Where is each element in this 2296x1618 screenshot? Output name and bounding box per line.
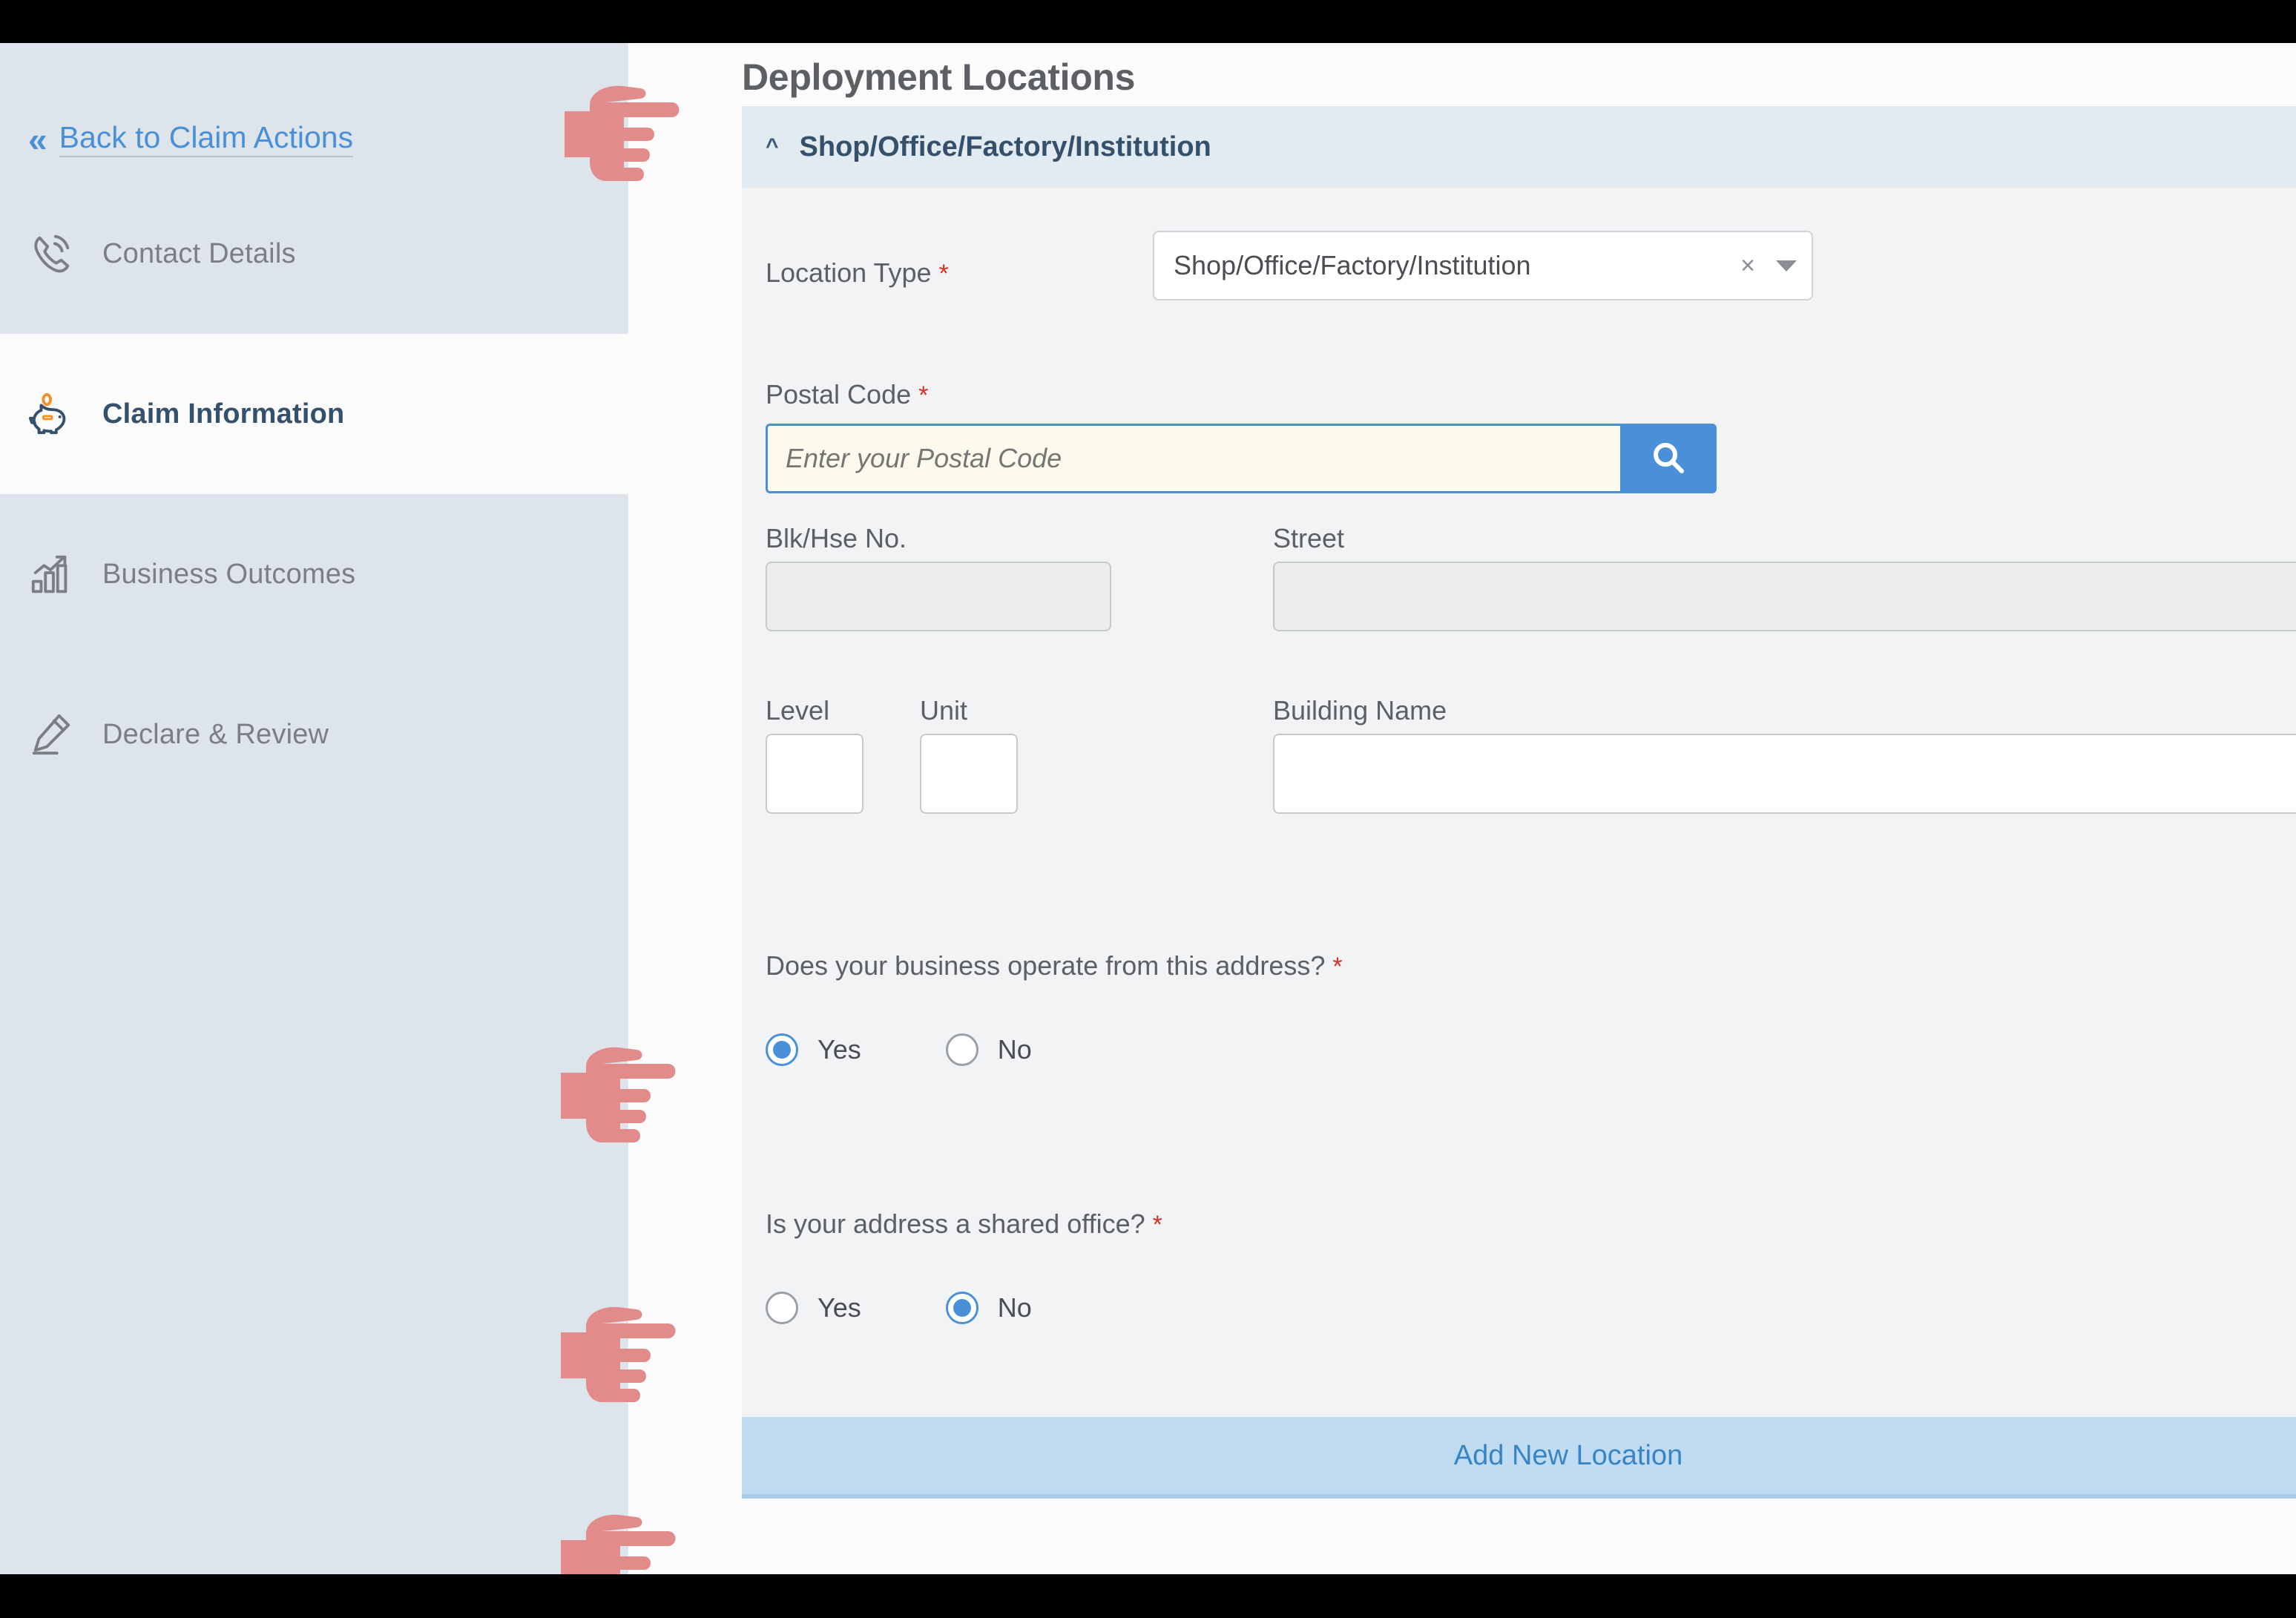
radio-option-no[interactable]: No bbox=[945, 1033, 1032, 1066]
radio-label: No bbox=[997, 1034, 1032, 1065]
chevron-down-icon[interactable] bbox=[1776, 260, 1797, 272]
postal-code-label: Postal Code * bbox=[766, 379, 928, 410]
required-marker: * bbox=[1152, 1211, 1162, 1239]
clear-icon[interactable]: × bbox=[1740, 251, 1755, 280]
radio-option-yes[interactable]: Yes bbox=[766, 1033, 861, 1066]
building-name-input[interactable] bbox=[1273, 734, 2296, 814]
required-marker: * bbox=[918, 381, 929, 410]
main-content: Deployment Locations ^ Shop/Office/Facto… bbox=[628, 43, 2296, 1574]
postal-code-search-button[interactable] bbox=[1620, 424, 1717, 493]
blk-hse-no-label: Blk/Hse No. bbox=[766, 523, 907, 553]
sidebar-navigation: « Back to Claim Actions Contact Details bbox=[0, 43, 628, 1574]
location-type-label-text: Location Type bbox=[766, 257, 932, 288]
postal-code-input[interactable] bbox=[766, 424, 1620, 493]
street-input bbox=[1273, 562, 2296, 631]
required-marker: * bbox=[938, 260, 949, 288]
sidebar-item-contact-details[interactable]: Contact Details bbox=[0, 174, 628, 334]
question-text: Is your address a shared office? bbox=[766, 1208, 1145, 1239]
radio-label: Yes bbox=[818, 1034, 861, 1065]
application-page: « Back to Claim Actions Contact Details bbox=[0, 43, 2296, 1574]
back-to-claim-actions-link[interactable]: « Back to Claim Actions bbox=[28, 120, 354, 160]
radio-indicator[interactable] bbox=[945, 1033, 978, 1066]
radio-indicator[interactable] bbox=[766, 1292, 798, 1324]
chevron-up-icon[interactable]: ^ bbox=[766, 136, 779, 158]
add-new-location-label: Add New Location bbox=[1453, 1439, 1683, 1471]
accordion-title: Shop/Office/Factory/Institution bbox=[799, 131, 1211, 162]
location-type-selected-value: Shop/Office/Factory/Institution bbox=[1174, 250, 1531, 280]
location-form: Location Type * Shop/Office/Factory/Inst… bbox=[742, 188, 2296, 1499]
sidebar-item-label: Business Outcomes bbox=[102, 558, 356, 590]
sidebar-item-label: Contact Details bbox=[102, 237, 296, 269]
required-marker: * bbox=[1332, 953, 1343, 981]
back-to-claim-actions-label: Back to Claim Actions bbox=[59, 121, 354, 158]
radio-option-no[interactable]: No bbox=[945, 1292, 1032, 1324]
street-label: Street bbox=[1273, 523, 1345, 553]
double-chevron-left-icon: « bbox=[28, 120, 47, 160]
business-operates-question-label: Does your business operate from this add… bbox=[766, 950, 1343, 981]
location-type-row: Location Type * Shop/Office/Factory/Inst… bbox=[766, 231, 2296, 300]
sidebar-item-label: Declare & Review bbox=[102, 718, 329, 750]
sidebar-item-claim-information[interactable]: Claim Information bbox=[0, 334, 628, 494]
page-title: Deployment Locations bbox=[742, 56, 1136, 98]
screenshot-viewport: « Back to Claim Actions Contact Details bbox=[0, 0, 2296, 1618]
postal-code-label-text: Postal Code bbox=[766, 379, 912, 410]
radio-label: No bbox=[997, 1292, 1032, 1323]
location-type-label: Location Type * bbox=[766, 257, 1144, 289]
sidebar-item-declare-and-review[interactable]: Declare & Review bbox=[0, 654, 628, 815]
shared-office-question-label: Is your address a shared office? * bbox=[766, 1208, 1162, 1240]
radio-label: Yes bbox=[818, 1292, 861, 1323]
building-name-label: Building Name bbox=[1273, 695, 1447, 726]
radio-indicator[interactable] bbox=[945, 1292, 978, 1324]
piggy-bank-icon bbox=[28, 391, 74, 437]
bar-chart-icon bbox=[28, 551, 74, 597]
business-operates-radio-group: Yes No bbox=[766, 1033, 1032, 1066]
shared-office-radio-group: Yes No bbox=[766, 1292, 1032, 1324]
question-text: Does your business operate from this add… bbox=[766, 950, 1326, 981]
unit-input[interactable] bbox=[920, 734, 1018, 814]
level-input[interactable] bbox=[766, 734, 864, 814]
magnifier-icon bbox=[1651, 440, 1686, 478]
sidebar-item-label: Claim Information bbox=[102, 398, 345, 430]
location-type-select[interactable]: Shop/Office/Factory/Institution × bbox=[1153, 231, 1813, 300]
pen-sign-icon bbox=[28, 711, 74, 757]
deployment-location-card: ^ Shop/Office/Factory/Institution Locati… bbox=[742, 106, 2296, 1499]
unit-label: Unit bbox=[920, 695, 968, 726]
radio-option-yes[interactable]: Yes bbox=[766, 1292, 861, 1324]
postal-code-search-group bbox=[766, 424, 1717, 493]
blk-hse-no-input bbox=[766, 562, 1111, 631]
sidebar-item-business-outcomes[interactable]: Business Outcomes bbox=[0, 494, 628, 654]
accordion-header-shop-office-factory-institution[interactable]: ^ Shop/Office/Factory/Institution bbox=[742, 106, 2296, 188]
add-new-location-button[interactable]: Add New Location bbox=[742, 1417, 2296, 1499]
level-label: Level bbox=[766, 695, 830, 726]
radio-indicator[interactable] bbox=[766, 1033, 798, 1066]
phone-icon bbox=[28, 231, 74, 277]
